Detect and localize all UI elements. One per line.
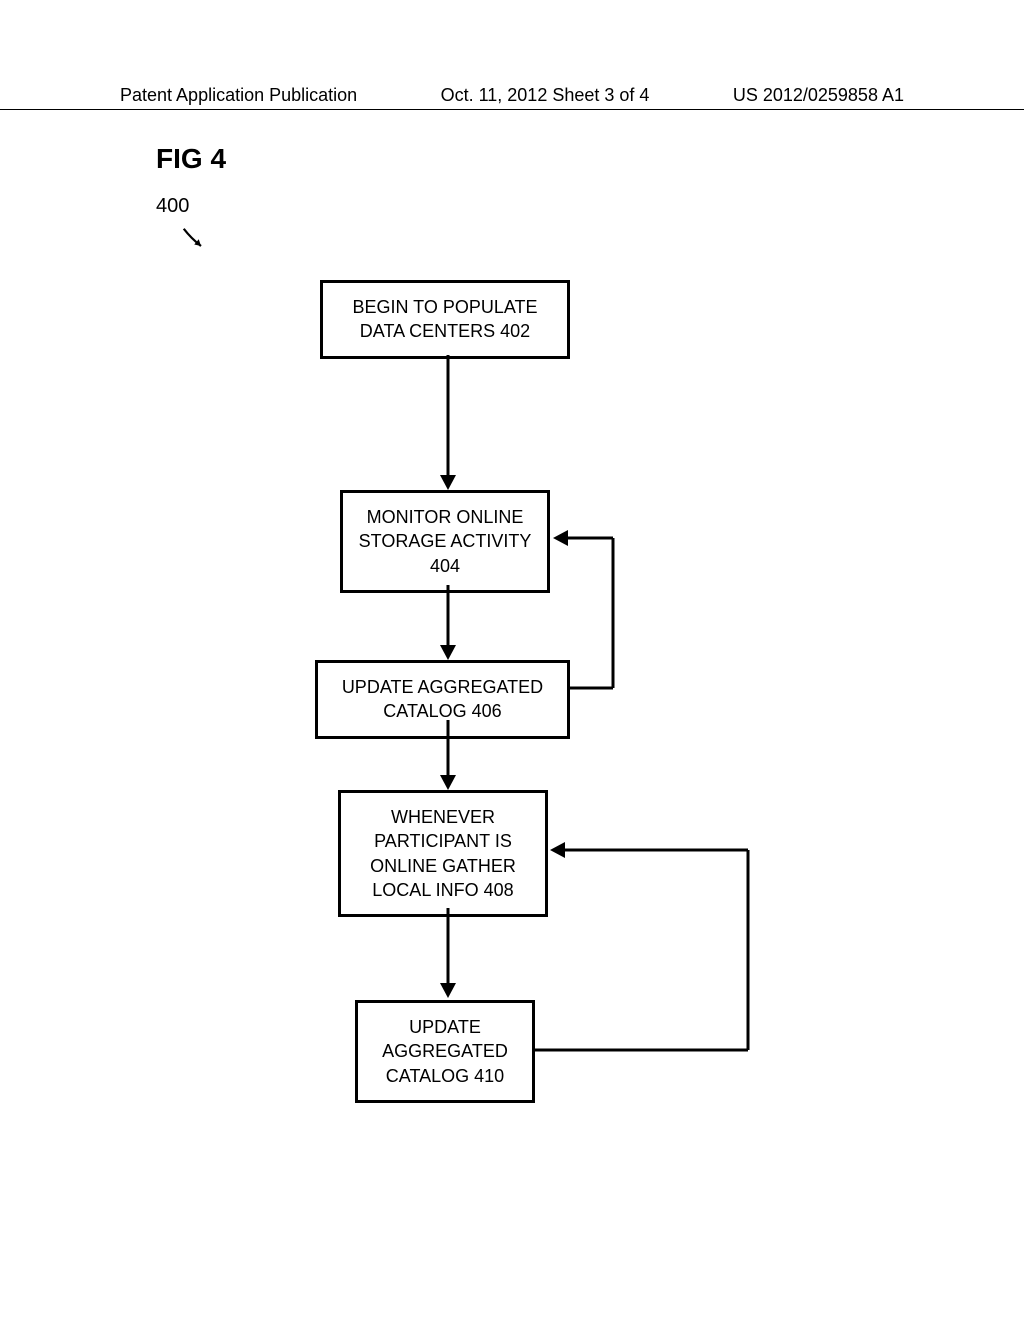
header-center: Oct. 11, 2012 Sheet 3 of 4 [441, 85, 650, 106]
flowchart-node-408: WHENEVER PARTICIPANT IS ONLINE GATHER LO… [338, 790, 548, 917]
arrow-down-icon [440, 355, 460, 495]
flowchart-node-404: MONITOR ONLINE STORAGE ACTIVITY 404 [340, 490, 550, 593]
arrow-down-icon [440, 720, 460, 795]
header-right: US 2012/0259858 A1 [733, 85, 904, 106]
arrow-down-icon [440, 585, 460, 665]
loop-arrow-icon [548, 528, 628, 718]
flowchart-node-410: UPDATE AGGREGATED CATALOG 410 [355, 1000, 535, 1103]
flowchart-node-402: BEGIN TO POPULATE DATA CENTERS 402 [320, 280, 570, 359]
header-left: Patent Application Publication [120, 85, 357, 106]
figure-label: FIG 4 [156, 143, 226, 175]
reference-arrow-icon [180, 225, 210, 255]
arrow-down-icon [440, 908, 460, 1003]
page-header: Patent Application Publication Oct. 11, … [0, 0, 1024, 110]
loop-arrow-icon [533, 840, 763, 1070]
figure-ref-number: 400 [156, 195, 189, 218]
